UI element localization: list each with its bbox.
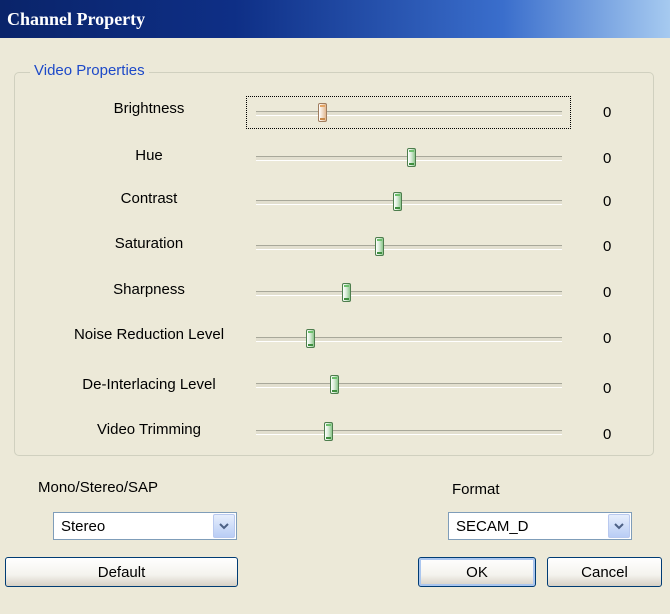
de-interlacing-slider-thumb[interactable]	[330, 375, 340, 394]
noise-reduction-value: 0	[603, 330, 612, 347]
de-interlacing-slider[interactable]	[256, 383, 562, 388]
audio-mode-dropdown-button[interactable]	[213, 514, 235, 538]
de-interlacing-value: 0	[603, 380, 612, 397]
window-title: Channel Property	[7, 9, 146, 29]
saturation-label: Saturation	[114, 235, 184, 252]
video-trimming-label: Video Trimming	[97, 421, 201, 438]
video-trimming-slider[interactable]	[256, 430, 562, 435]
default-button[interactable]: Default	[5, 557, 238, 587]
sharpness-label: Sharpness	[113, 281, 185, 298]
format-select[interactable]: SECAM_D	[448, 512, 632, 540]
noise-reduction-label: Noise Reduction Level	[73, 326, 225, 343]
sharpness-slider[interactable]	[256, 291, 562, 296]
ok-button[interactable]: OK	[418, 557, 536, 587]
chevron-down-icon	[219, 522, 229, 529]
audio-mode-value: Stereo	[61, 518, 106, 535]
sharpness-value: 0	[603, 284, 612, 301]
brightness-label: Brightness	[113, 100, 185, 117]
sharpness-slider-thumb[interactable]	[342, 283, 352, 302]
saturation-slider[interactable]	[256, 245, 562, 250]
contrast-slider[interactable]	[256, 200, 562, 205]
saturation-slider-thumb[interactable]	[374, 237, 384, 256]
brightness-slider[interactable]	[256, 111, 562, 116]
contrast-label: Contrast	[120, 190, 178, 207]
audio-mode-label: Mono/Stereo/SAP	[38, 479, 159, 496]
noise-reduction-slider-thumb[interactable]	[306, 329, 316, 348]
title-bar[interactable]: Channel Property	[0, 0, 670, 38]
contrast-slider-thumb[interactable]	[392, 192, 402, 211]
hue-label: Hue	[135, 147, 163, 164]
brightness-value: 0	[603, 104, 612, 121]
noise-reduction-slider[interactable]	[256, 337, 562, 342]
format-value: SECAM_D	[456, 518, 529, 535]
contrast-value: 0	[603, 193, 612, 210]
video-trimming-slider-thumb[interactable]	[324, 422, 334, 441]
hue-value: 0	[603, 150, 612, 167]
de-interlacing-label: De-Interlacing Level	[82, 376, 216, 393]
video-properties-group	[14, 72, 654, 456]
audio-mode-select[interactable]: Stereo	[53, 512, 237, 540]
hue-slider-thumb[interactable]	[407, 148, 417, 167]
video-properties-label: Video Properties	[30, 62, 149, 79]
cancel-button[interactable]: Cancel	[547, 557, 662, 587]
chevron-down-icon	[614, 522, 624, 529]
format-label: Format	[452, 481, 500, 498]
format-dropdown-button[interactable]	[608, 514, 630, 538]
saturation-value: 0	[603, 238, 612, 255]
video-trimming-value: 0	[603, 426, 612, 443]
brightness-slider-thumb[interactable]	[318, 103, 328, 122]
